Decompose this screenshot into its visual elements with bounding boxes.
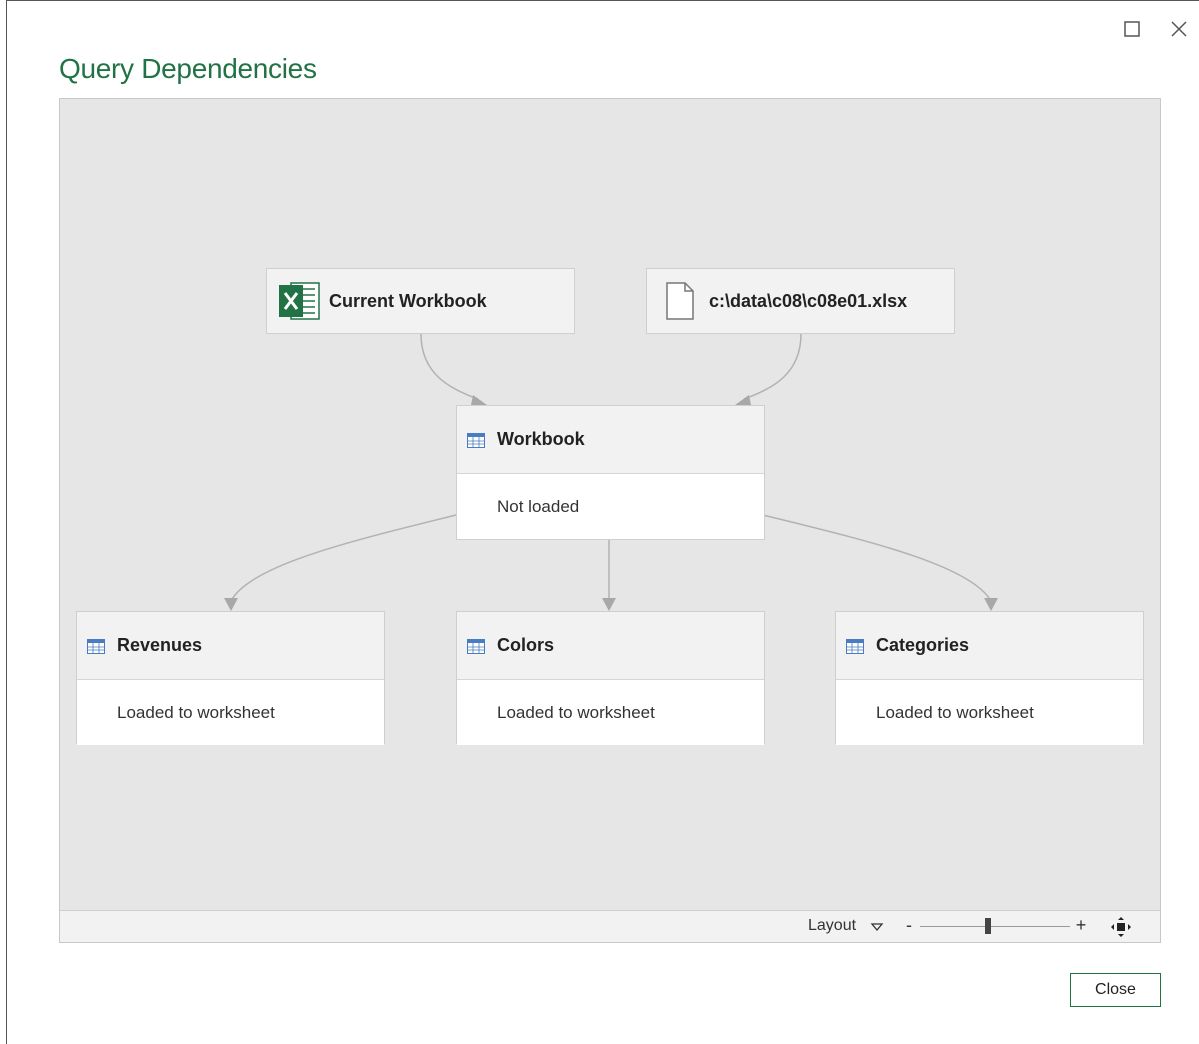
node-xlsx-file[interactable]: c:\data\c08\c08e01.xlsx: [646, 268, 955, 334]
node-status: Loaded to worksheet: [836, 679, 1143, 745]
close-button[interactable]: Close: [1070, 973, 1161, 1007]
edge-xlsx-to-workbook: [743, 333, 802, 400]
node-revenues[interactable]: Revenues Loaded to worksheet: [76, 611, 385, 745]
zoom-out-button[interactable]: -: [902, 915, 916, 936]
table-icon: [87, 638, 105, 654]
canvas-status-bar: Layout - +: [60, 910, 1160, 942]
node-current-workbook[interactable]: Current Workbook: [266, 268, 575, 334]
zoom-in-button[interactable]: +: [1072, 915, 1090, 936]
zoom-slider-thumb[interactable]: [984, 918, 991, 934]
node-colors[interactable]: Colors Loaded to worksheet: [456, 611, 765, 745]
edge-current-workbook-to-workbook: [420, 333, 479, 400]
node-categories[interactable]: Categories Loaded to worksheet: [835, 611, 1144, 745]
node-label: Current Workbook: [329, 290, 487, 311]
node-status: Loaded to worksheet: [77, 679, 384, 745]
node-label: c:\data\c08\c08e01.xlsx: [709, 290, 908, 311]
excel-icon: [277, 279, 321, 323]
zoom-slider[interactable]: [920, 926, 1070, 927]
table-icon: [846, 638, 864, 654]
node-workbook[interactable]: Workbook Not loaded: [456, 405, 765, 540]
node-label: Colors: [497, 634, 555, 655]
dependency-canvas[interactable]: Current Workbook c:\data\c08\c08e01.xlsx: [59, 98, 1161, 943]
arrowhead-workbook-left: [471, 395, 487, 405]
arrowhead-colors: [602, 598, 616, 611]
chevron-down-icon[interactable]: [870, 920, 884, 934]
arrowhead-categories: [984, 598, 998, 611]
layout-menu[interactable]: Layout: [808, 917, 856, 935]
arrowhead-revenues: [224, 598, 238, 611]
dialog-title: Query Dependencies: [59, 53, 317, 84]
edge-workbook-to-categories: [762, 514, 992, 602]
arrowhead-workbook-right: [735, 395, 751, 405]
file-icon: [657, 279, 701, 323]
node-status: Loaded to worksheet: [457, 679, 764, 745]
node-status: Not loaded: [457, 473, 764, 539]
fit-to-screen-icon[interactable]: [1110, 916, 1132, 938]
close-icon[interactable]: [1167, 17, 1191, 41]
table-icon: [467, 638, 485, 654]
maximize-icon[interactable]: [1120, 17, 1144, 41]
node-label: Workbook: [497, 428, 585, 449]
node-label: Categories: [876, 634, 970, 655]
query-dependencies-dialog: Query Dependencies Current Workbook c:\d…: [6, 0, 1199, 1044]
table-icon: [467, 432, 485, 448]
edge-workbook-to-revenues: [230, 514, 457, 602]
node-label: Revenues: [117, 634, 203, 655]
